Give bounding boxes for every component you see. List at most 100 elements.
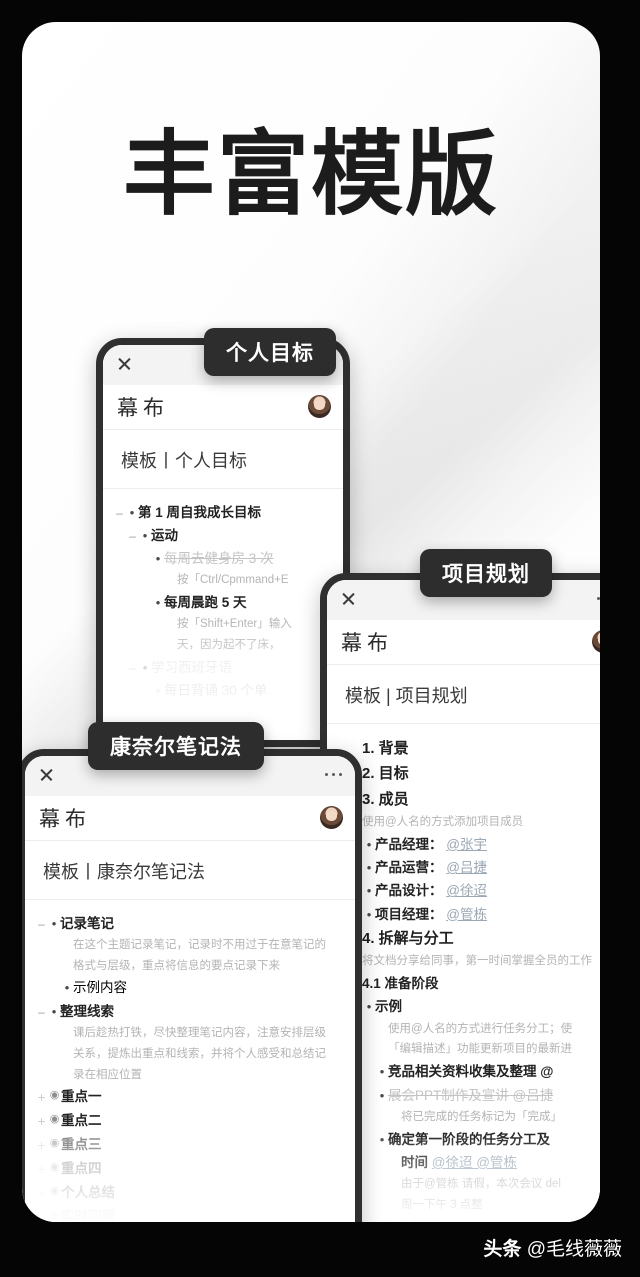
page-title: 丰富模版 xyxy=(122,124,499,226)
app-brand: 幕布 xyxy=(39,807,91,831)
bullet-icon: • xyxy=(379,1087,385,1103)
avatar[interactable] xyxy=(592,630,600,653)
expand-icon[interactable]: + xyxy=(35,1183,48,1204)
expand-icon[interactable]: + xyxy=(35,1159,48,1180)
outline-row[interactable]: 在这个主题记录笔记，记录时不用过于在意笔记的 xyxy=(25,935,355,956)
outline-row[interactable]: • 产品经理： @张宇 xyxy=(327,833,600,856)
outline-row[interactable]: + ◉ 重点三 xyxy=(25,1134,355,1158)
outline-row[interactable]: – • 整理线索 xyxy=(25,1000,355,1023)
outline-text: 按「Shift+Enter」输入 xyxy=(177,618,292,631)
bullet-icon: ◉ xyxy=(49,1137,60,1150)
outline-row[interactable]: • 每周去健身房 3 次 xyxy=(103,548,343,571)
mention-link[interactable]: @张宇 xyxy=(446,837,487,852)
close-icon[interactable] xyxy=(117,356,132,371)
template-card-project-planning[interactable]: 幕布 模板 | 项目规划 1. 背景 2. 目标 3. 成员 使用@人名的方式添加项目… xyxy=(320,573,600,1222)
outline-list: – • 第 1 周自我成长目标 – • 运动 • 每周去健身房 3 次按「Ctrl/Cpmma… xyxy=(103,489,343,703)
outline-text: 项目经理： @管栋 xyxy=(375,905,600,925)
template-card-personal-goals[interactable]: 幕布 模板丨个人目标 – • 第 1 周自我成长目标 – • 运动 • 每周去健身房 3 次按… xyxy=(96,338,350,747)
outline-row[interactable]: –•4.1 准备阶段 xyxy=(327,973,600,996)
card-label-cornell-notes: 康奈尔笔记法 xyxy=(88,722,264,770)
outline-row[interactable]: 格式与层级，重点将信息的要点记录下来 xyxy=(25,956,355,977)
bullet-icon: ◉ xyxy=(49,1161,60,1174)
outline-row[interactable]: 时间 @徐迢 @管栋 xyxy=(327,1151,600,1174)
outline-row[interactable]: 由于@管栋 请假，本次会议 del xyxy=(327,1175,600,1196)
outline-row[interactable]: – • 记录笔记 xyxy=(25,912,355,935)
outline-text: 录在相应位置 xyxy=(73,1068,142,1081)
outline-row[interactable]: 周一下午 3 点整 xyxy=(327,1195,600,1216)
outline-label: 时间 xyxy=(401,1154,432,1170)
outline-row[interactable]: 将已完成的任务标记为「完成」 xyxy=(327,1107,600,1128)
outline-text: 1. 背景 xyxy=(362,739,409,757)
outline-row[interactable]: • 产品设计： @徐迢 xyxy=(327,880,600,903)
expand-icon[interactable]: + xyxy=(35,1111,48,1132)
outline-row[interactable]: 天，因为起不了床， xyxy=(103,636,343,657)
collapse-icon[interactable]: – xyxy=(35,914,48,933)
outline-row[interactable]: 将文档分享给同事，第一时间掌握全员的工作 xyxy=(327,952,600,973)
poster-panel: 丰富模版 幕布 模板丨个人目标 – • 第 1 周自我成长目标 – • 运动 • 每周去健身房… xyxy=(22,22,600,1222)
outline-text: 将已完成的任务标记为「完成」 xyxy=(401,1110,562,1123)
bullet-icon: • xyxy=(142,659,148,675)
mention-link[interactable]: @徐迢 xyxy=(446,883,487,898)
avatar[interactable] xyxy=(308,395,331,418)
outline-text: 重点三 xyxy=(61,1137,102,1153)
bullet-icon: • xyxy=(366,999,372,1015)
outline-row[interactable]: – • 第 1 周自我成长目标 xyxy=(103,501,343,524)
outline-row[interactable]: – • 学习西班牙语 xyxy=(103,656,343,679)
outline-text: 实时回顾 xyxy=(61,1209,115,1222)
outline-row[interactable]: + ◉ 重点二 xyxy=(25,1110,355,1134)
outline-row[interactable]: –•示例 xyxy=(327,996,600,1019)
outline-row[interactable]: 课后趁热打铁，尽快整理笔记内容，注意安排层级 xyxy=(25,1023,355,1044)
outline-row[interactable]: + ◉ 重点四 xyxy=(25,1158,355,1182)
outline-row[interactable]: – • 运动 xyxy=(103,524,343,547)
watermark-handle: @毛线薇薇 xyxy=(526,1239,622,1260)
mention-link[interactable]: @管栋 xyxy=(446,907,487,922)
outline-text: 4.1 准备阶段 xyxy=(362,976,439,992)
outline-row[interactable]: • 展会PPT制作及宣讲 @吕捷 xyxy=(327,1084,600,1107)
expand-icon[interactable]: + xyxy=(35,1135,48,1156)
more-icon[interactable] xyxy=(324,773,342,777)
outline-row[interactable]: 1. 背景 xyxy=(327,736,600,762)
outline-row[interactable]: 4. 拆解与分工 xyxy=(327,926,600,952)
mention-link[interactable]: @徐迢 @管栋 xyxy=(432,1155,517,1170)
outline-row[interactable]: + ◉ 重点一 xyxy=(25,1086,355,1110)
outline-row[interactable]: + ◉ 实时回顾 xyxy=(25,1206,355,1222)
expand-icon[interactable]: + xyxy=(35,1087,48,1108)
outline-row[interactable]: + ◉ 个人总结 xyxy=(25,1182,355,1206)
outline-row[interactable]: 3. 成员 xyxy=(327,787,600,813)
outline-row[interactable]: 按「Ctrl/Cpmmand+E xyxy=(103,571,343,592)
outline-row[interactable]: 「编辑描述」功能更新项目的最新进 xyxy=(327,1040,600,1061)
outline-row[interactable]: •4.2 实施阶段 xyxy=(327,1216,600,1222)
outline-text: 「编辑描述」功能更新项目的最新进 xyxy=(388,1043,572,1056)
bullet-icon: • xyxy=(379,1131,385,1147)
outline-row[interactable]: 使用@人名的方式进行任务分工；使 xyxy=(327,1019,600,1040)
outline-row[interactable]: • 产品运营： @吕捷 xyxy=(327,857,600,880)
avatar[interactable] xyxy=(320,806,343,829)
collapse-icon[interactable]: – xyxy=(113,503,126,522)
outline-row[interactable]: • 项目经理： @管栋 xyxy=(327,903,600,926)
outline-row[interactable]: 录在相应位置 xyxy=(25,1065,355,1086)
outline-row[interactable]: • 确定第一阶段的任务分工及 xyxy=(327,1128,600,1151)
outline-row[interactable]: • 每日背诵 30 个单 xyxy=(103,680,343,703)
expand-icon[interactable]: + xyxy=(35,1207,48,1222)
outline-row[interactable]: • 每周晨跑 5 天 xyxy=(103,592,343,615)
collapse-icon[interactable]: – xyxy=(126,658,139,677)
outline-row[interactable]: 关系，提炼出重点和线索，并将个人感受和总结记 xyxy=(25,1044,355,1065)
outline-row[interactable]: 使用@人名的方式添加项目成员 xyxy=(327,813,600,834)
collapse-icon[interactable]: – xyxy=(35,1002,48,1021)
more-icon[interactable] xyxy=(596,597,600,601)
outline-text: 使用@人名的方式进行任务分工；使 xyxy=(388,1022,573,1035)
close-icon[interactable] xyxy=(341,591,356,606)
close-icon[interactable] xyxy=(39,767,54,782)
outline-row[interactable]: • 竞品相关资料收集及整理 @ xyxy=(327,1061,600,1084)
outline-row[interactable]: • 示例内容 xyxy=(25,977,355,1000)
outline-row[interactable]: 按「Shift+Enter」输入 xyxy=(103,615,343,636)
template-card-cornell-notes[interactable]: 幕布 模板丨康奈尔笔记法 – • 记录笔记 在这个主题记录笔记，记录时不用过于在意笔记… xyxy=(22,749,362,1222)
mention-link[interactable]: @吕捷 xyxy=(446,860,487,875)
outline-row[interactable]: 2. 目标 xyxy=(327,762,600,788)
outline-text: 个人总结 xyxy=(61,1185,115,1201)
collapse-icon[interactable]: – xyxy=(126,526,139,545)
